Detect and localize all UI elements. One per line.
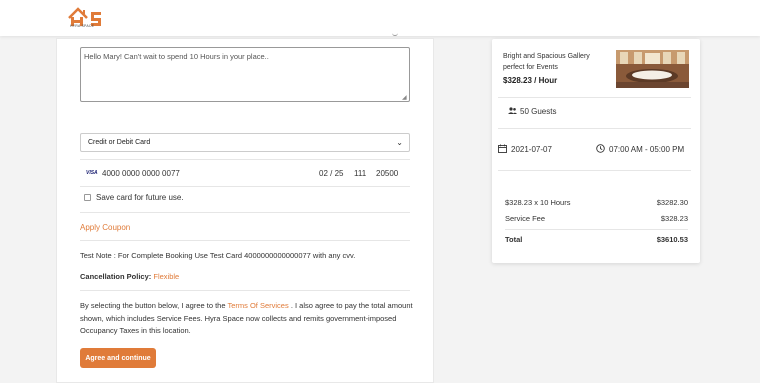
total-row: Total $3610.53 — [505, 235, 688, 245]
service-fee-value: $328.23 — [660, 214, 688, 223]
calendar-icon — [498, 144, 507, 153]
divider — [498, 170, 691, 171]
cancellation-policy: Cancellation Policy: Flexible — [80, 272, 179, 281]
booking-time: 07:00 AM - 05:00 PM — [596, 144, 684, 154]
agreement-text: By selecting the button below, I agree t… — [80, 300, 416, 338]
host-message-textarea[interactable]: Hello Mary! Can't wait to spend 10 Hours… — [80, 47, 410, 102]
card-details-input[interactable]: VISA 4000 0000 0000 0077 02 / 25 111 205… — [86, 168, 404, 180]
top-header: HYRA SPACE — [0, 0, 760, 36]
visa-icon: VISA — [86, 170, 98, 176]
divider — [80, 186, 410, 187]
service-fee-row: Service Fee $328.23 — [505, 214, 688, 224]
divider — [80, 159, 410, 160]
test-note-text: Test Note : For Complete Booking Use Tes… — [80, 251, 356, 260]
total-label: Total — [505, 235, 523, 244]
chevron-down-icon: ⌄ — [396, 138, 403, 147]
divider — [505, 229, 688, 230]
save-card-label: Save card for future use. — [96, 193, 184, 202]
divider — [80, 240, 410, 241]
cancellation-label: Cancellation Policy: — [80, 272, 152, 281]
users-icon — [508, 107, 517, 114]
logo-caption: HYRA SPACE — [70, 24, 95, 28]
divider — [80, 212, 410, 213]
booking-date: 2021-07-07 — [498, 144, 552, 154]
listing-price: $328.23 / Hour — [503, 76, 558, 85]
resize-grip-icon[interactable]: ◢ — [402, 94, 407, 101]
price-breakdown-row: $328.23 x 10 Hours $3282.30 — [505, 198, 688, 208]
service-fee-label: Service Fee — [505, 214, 546, 223]
agreement-prefix: By selecting the button below, I agree t… — [80, 301, 226, 310]
payment-method-select[interactable]: Credit or Debit Card ⌄ — [80, 133, 410, 152]
divider — [80, 290, 410, 291]
terms-of-service-link[interactable]: Terms Of Services — [227, 301, 288, 310]
total-value: $3610.53 — [656, 235, 688, 244]
save-card-checkbox[interactable] — [84, 194, 91, 201]
payment-method-value: Credit or Debit Card — [88, 139, 151, 146]
guest-count: 50 Guests — [508, 107, 556, 116]
apply-coupon-link[interactable]: Apply Coupon — [80, 223, 130, 232]
cancellation-policy-link[interactable]: Flexible — [153, 272, 179, 281]
guest-count-text: 50 Guests — [520, 107, 557, 116]
listing-title: Bright and Spacious Gallery perfect for … — [503, 53, 590, 71]
card-zip-field[interactable]: 20500 — [376, 169, 398, 178]
listing-thumbnail — [616, 50, 689, 88]
price-row-label: $328.23 x 10 Hours — [505, 198, 571, 207]
divider — [498, 128, 691, 129]
card-expiry-field[interactable]: 02 / 25 — [319, 169, 343, 178]
divider — [498, 97, 691, 98]
clock-icon — [596, 144, 605, 153]
card-cvv-field[interactable]: 111 — [354, 169, 366, 178]
card-number-field[interactable]: 4000 0000 0000 0077 — [102, 169, 180, 178]
booking-time-text: 07:00 AM - 05:00 PM — [609, 145, 685, 154]
price-row-value: $3282.30 — [656, 198, 688, 207]
agree-and-continue-button[interactable]: Agree and continue — [80, 348, 156, 368]
booking-date-text: 2021-07-07 — [511, 145, 552, 154]
